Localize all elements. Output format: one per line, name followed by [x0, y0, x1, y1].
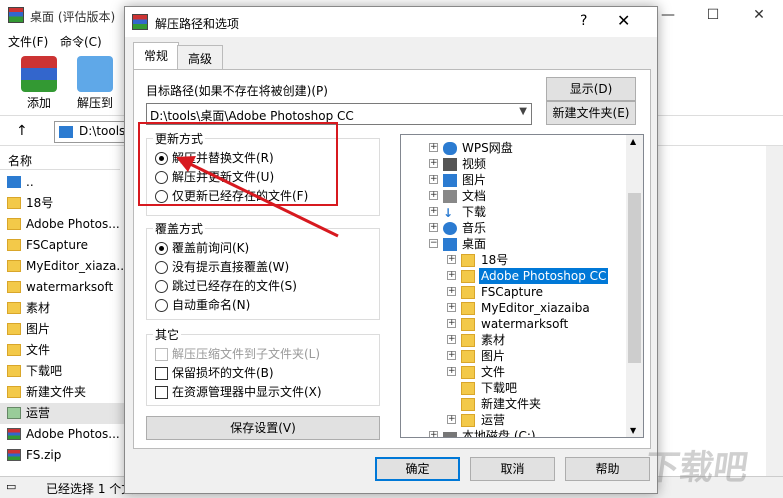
annotation-arrow-icon: [176, 156, 339, 238]
watermark: 下载吧: [642, 448, 751, 488]
